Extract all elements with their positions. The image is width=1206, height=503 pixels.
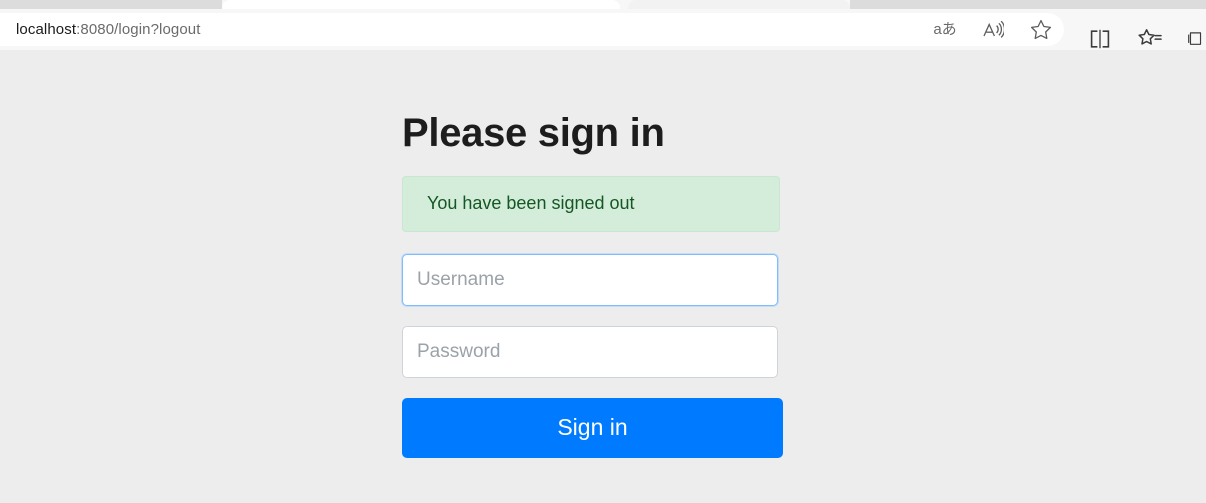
address-bar[interactable]: localhost:8080/login?logout aあ [0,13,1064,46]
sign-in-button[interactable]: Sign in [402,397,783,458]
status-banner-signed-out: You have been signed out [402,176,780,232]
split-screen-icon[interactable] [1087,26,1113,52]
browser-chrome: localhost:8080/login?logout aあ [0,0,1206,50]
favorites-list-icon[interactable] [1137,26,1163,52]
address-bar-actions: aあ [932,13,1054,46]
inactive-tab-bottom[interactable] [628,0,850,9]
page-title: Please sign in [402,111,665,155]
active-tab-bottom[interactable] [222,0,620,9]
url-host: localhost [16,21,77,38]
tab-strip-edge-left [0,0,222,9]
url-path: :8080/login?logout [76,21,201,38]
username-input[interactable] [402,253,778,306]
page-content: Please sign in You have been signed out … [0,50,1206,503]
browser-toolbar: localhost:8080/login?logout aあ [0,9,1206,50]
translate-icon[interactable]: aあ [932,17,958,43]
read-aloud-icon[interactable] [980,17,1006,43]
tab-strip-clipped [0,0,1206,9]
translate-glyph: aあ [933,21,957,38]
url-text: localhost:8080/login?logout [16,21,201,38]
tab-strip-edge-right [850,0,1206,9]
login-form: Please sign in You have been signed out … [402,111,783,458]
collections-icon[interactable] [1187,26,1204,52]
password-input[interactable] [402,325,778,378]
favorite-star-icon[interactable] [1028,17,1054,43]
